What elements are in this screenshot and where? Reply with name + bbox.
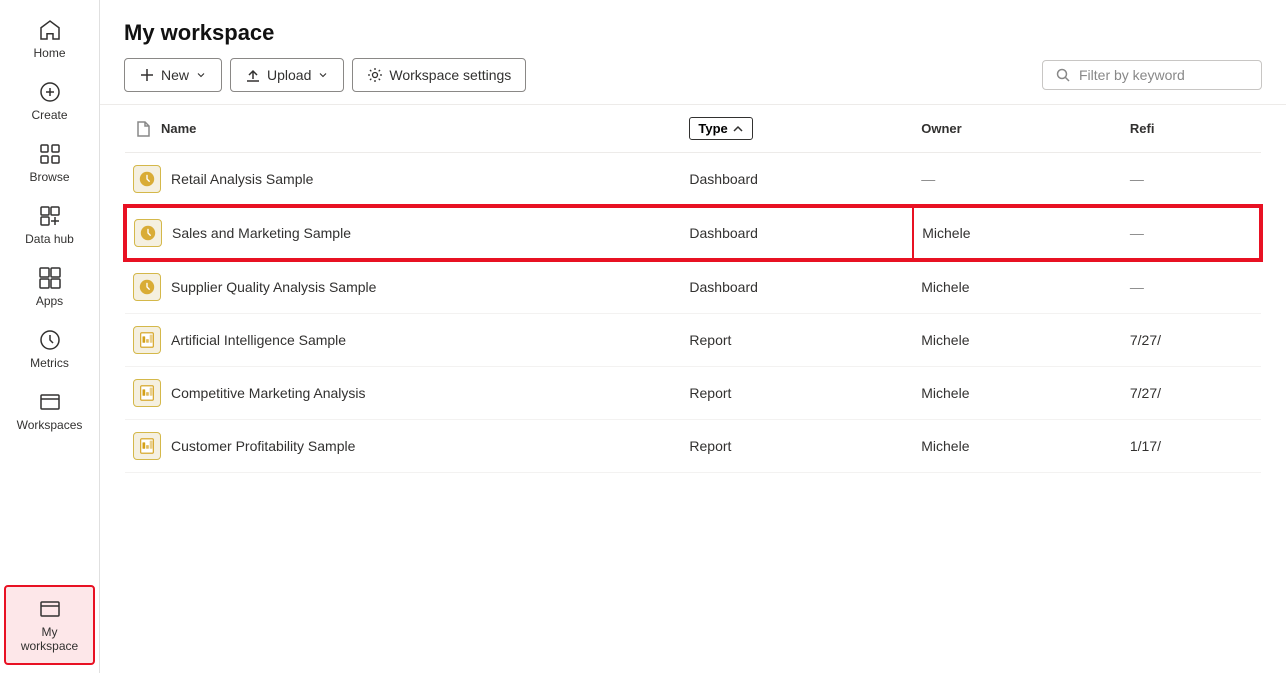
upload-chevron-icon bbox=[317, 69, 329, 81]
sidebar-item-myworkspace-label: My workspace bbox=[14, 625, 85, 653]
type-sort-button[interactable]: Type bbox=[689, 117, 752, 140]
owner-cell: Michele bbox=[913, 314, 1122, 367]
sidebar-item-browse-label: Browse bbox=[29, 170, 69, 184]
workspaces-icon bbox=[38, 390, 62, 414]
type-cell: Report bbox=[681, 420, 913, 473]
apps-icon bbox=[38, 266, 62, 290]
file-icon bbox=[133, 119, 153, 139]
owner-cell: Michele bbox=[913, 260, 1122, 314]
sidebar-item-home[interactable]: Home bbox=[0, 8, 99, 70]
sidebar-item-workspaces[interactable]: Workspaces bbox=[0, 380, 99, 442]
home-icon bbox=[38, 18, 62, 42]
new-button[interactable]: New bbox=[124, 58, 222, 92]
workspace-settings-label: Workspace settings bbox=[389, 67, 511, 83]
sidebar-item-apps-label: Apps bbox=[36, 294, 63, 308]
table-row[interactable]: Competitive Marketing Analysis ReportMich… bbox=[125, 367, 1261, 420]
name-cell: Sales and Marketing Sample bbox=[125, 206, 681, 260]
gear-icon bbox=[367, 67, 383, 83]
col-header-refresh: Refi bbox=[1122, 105, 1261, 153]
owner-cell: Michele bbox=[913, 420, 1122, 473]
metrics-icon bbox=[38, 328, 62, 352]
upload-label: Upload bbox=[267, 67, 311, 83]
plus-icon bbox=[139, 67, 155, 83]
new-label: New bbox=[161, 67, 189, 83]
page-title: My workspace bbox=[100, 0, 1286, 58]
table-container: Name Type Owner bbox=[100, 105, 1286, 673]
sidebar-item-datahub[interactable]: Data hub bbox=[0, 194, 99, 256]
owner-cell: — bbox=[913, 153, 1122, 207]
refresh-cell: 7/27/ bbox=[1122, 367, 1261, 420]
sort-up-icon bbox=[732, 123, 744, 135]
owner-col-label: Owner bbox=[921, 121, 961, 136]
type-col-label: Type bbox=[698, 121, 727, 136]
table-row[interactable]: Customer Profitability Sample ReportMiche… bbox=[125, 420, 1261, 473]
report-icon bbox=[133, 326, 161, 354]
type-cell: Dashboard bbox=[681, 260, 913, 314]
sidebar-item-create[interactable]: Create bbox=[0, 70, 99, 132]
col-header-name: Name bbox=[125, 105, 681, 153]
sidebar-item-apps[interactable]: Apps bbox=[0, 256, 99, 318]
search-icon bbox=[1055, 67, 1071, 83]
sidebar-item-datahub-label: Data hub bbox=[25, 232, 74, 246]
name-cell: Supplier Quality Analysis Sample bbox=[125, 260, 681, 314]
type-cell: Dashboard bbox=[681, 153, 913, 207]
col-header-owner: Owner bbox=[913, 105, 1122, 153]
name-cell: Artificial Intelligence Sample bbox=[125, 314, 681, 367]
refresh-cell: — bbox=[1122, 153, 1261, 207]
name-cell: Customer Profitability Sample bbox=[125, 420, 681, 473]
filter-input[interactable]: Filter by keyword bbox=[1042, 60, 1262, 90]
toolbar: New Upload Workspace settings bbox=[100, 58, 1286, 105]
row-name-label: Sales and Marketing Sample bbox=[172, 225, 351, 241]
type-cell: Report bbox=[681, 367, 913, 420]
datahub-icon bbox=[38, 204, 62, 228]
sidebar-item-home-label: Home bbox=[33, 46, 65, 60]
row-name-label: Retail Analysis Sample bbox=[171, 171, 313, 187]
sidebar-item-create-label: Create bbox=[31, 108, 67, 122]
type-cell: Dashboard bbox=[681, 206, 913, 260]
browse-icon bbox=[38, 142, 62, 166]
filter-placeholder: Filter by keyword bbox=[1079, 67, 1185, 83]
table-body: Retail Analysis SampleDashboard—— Sales … bbox=[125, 153, 1261, 473]
sidebar-item-workspaces-label: Workspaces bbox=[17, 418, 83, 432]
main-content: My workspace New Upload bbox=[100, 0, 1286, 673]
refresh-cell: 1/17/ bbox=[1122, 420, 1261, 473]
col-header-type[interactable]: Type bbox=[681, 105, 913, 153]
refresh-cell: 7/27/ bbox=[1122, 314, 1261, 367]
name-cell: Competitive Marketing Analysis bbox=[125, 367, 681, 420]
row-name-label: Supplier Quality Analysis Sample bbox=[171, 279, 376, 295]
table-row[interactable]: Sales and Marketing Sample DashboardMiche… bbox=[125, 206, 1261, 260]
refresh-cell: — bbox=[1122, 260, 1261, 314]
refresh-col-label: Refi bbox=[1130, 121, 1155, 136]
row-name-label: Customer Profitability Sample bbox=[171, 438, 355, 454]
table-row[interactable]: Retail Analysis SampleDashboard—— bbox=[125, 153, 1261, 207]
report-icon bbox=[133, 379, 161, 407]
chevron-down-icon bbox=[195, 69, 207, 81]
sidebar-item-metrics[interactable]: Metrics bbox=[0, 318, 99, 380]
table-header-row: Name Type Owner bbox=[125, 105, 1261, 153]
dashboard-icon bbox=[133, 273, 161, 301]
col-name-label: Name bbox=[161, 121, 196, 136]
myworkspace-icon bbox=[38, 597, 62, 621]
sidebar: Home Create Browse Data hub bbox=[0, 0, 100, 673]
workspace-settings-button[interactable]: Workspace settings bbox=[352, 58, 526, 92]
owner-cell: Michele bbox=[913, 206, 1122, 260]
upload-icon bbox=[245, 67, 261, 83]
create-icon bbox=[38, 80, 62, 104]
owner-cell: Michele bbox=[913, 367, 1122, 420]
row-name-label: Artificial Intelligence Sample bbox=[171, 332, 346, 348]
upload-button[interactable]: Upload bbox=[230, 58, 344, 92]
report-icon bbox=[133, 432, 161, 460]
refresh-cell: — bbox=[1122, 206, 1261, 260]
row-name-label: Competitive Marketing Analysis bbox=[171, 385, 366, 401]
sidebar-item-browse[interactable]: Browse bbox=[0, 132, 99, 194]
dashboard-icon bbox=[133, 165, 161, 193]
sidebar-item-metrics-label: Metrics bbox=[30, 356, 69, 370]
dashboard-icon bbox=[134, 219, 162, 247]
workspace-table: Name Type Owner bbox=[124, 105, 1262, 473]
table-row[interactable]: Artificial Intelligence Sample ReportMich… bbox=[125, 314, 1261, 367]
table-row[interactable]: Supplier Quality Analysis Sample Dashboar… bbox=[125, 260, 1261, 314]
type-cell: Report bbox=[681, 314, 913, 367]
name-cell: Retail Analysis Sample bbox=[125, 153, 681, 207]
sidebar-item-myworkspace[interactable]: My workspace bbox=[4, 585, 95, 665]
